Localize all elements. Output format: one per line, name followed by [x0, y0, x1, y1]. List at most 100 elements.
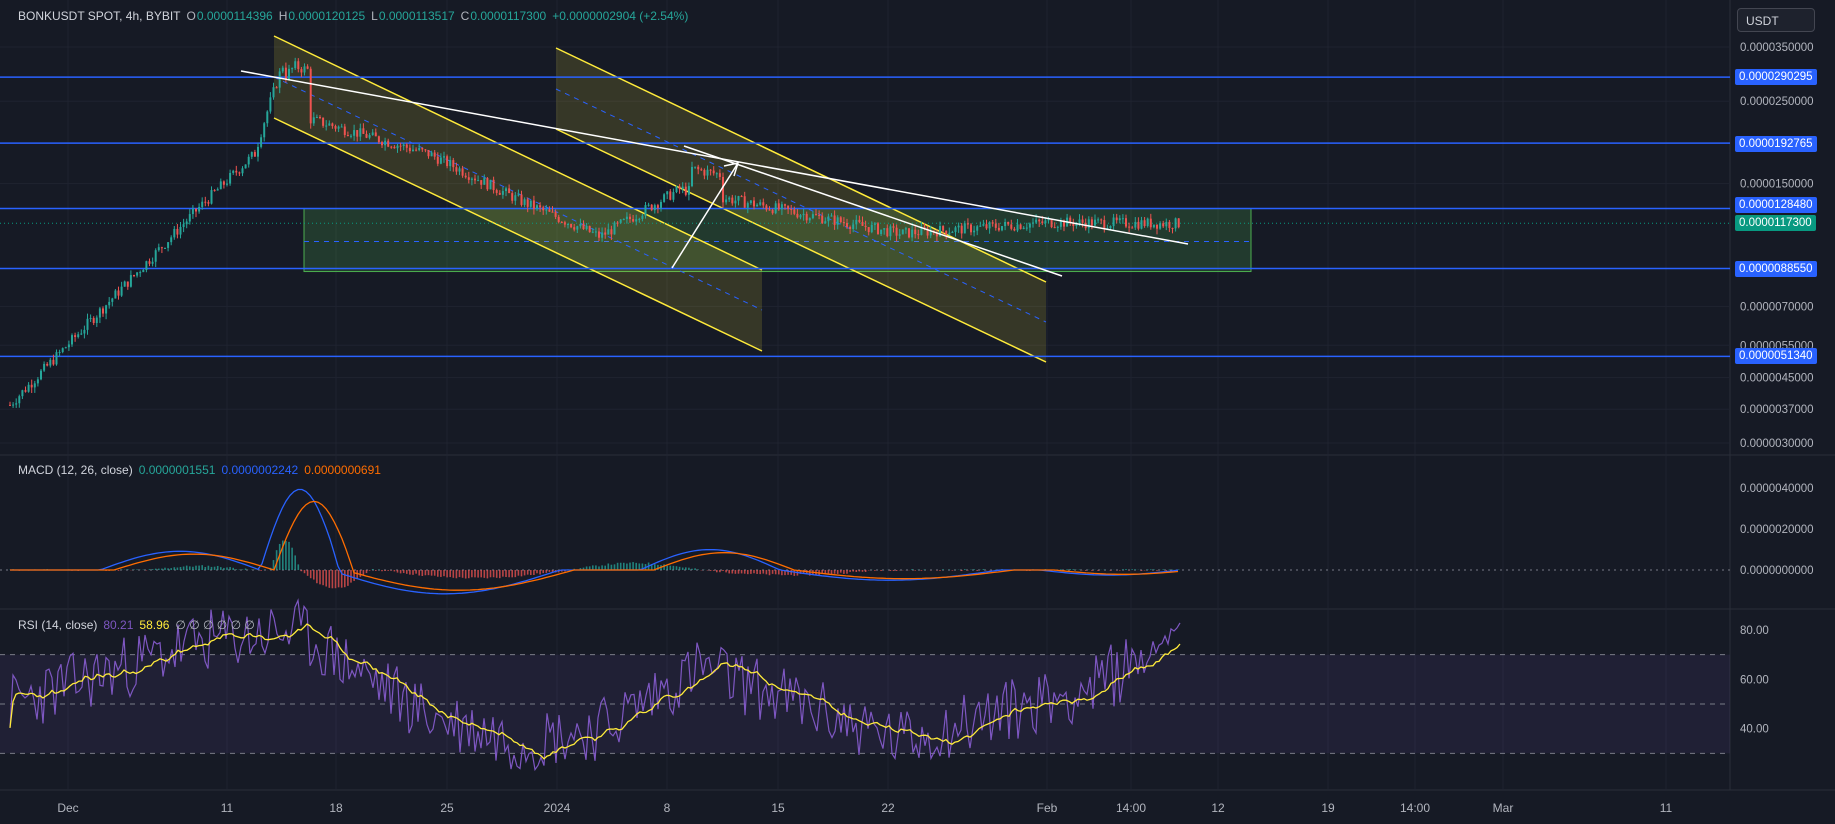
chart-canvas[interactable]: 0.0000350000 0.0000250000 0.0000150000 0.00…: [0, 0, 1835, 824]
macd-bar: [198, 565, 200, 570]
candle-body: [1152, 224, 1155, 228]
candle-body: [678, 186, 681, 190]
candle-body: [1177, 218, 1180, 228]
macd-bar: [1060, 569, 1062, 570]
rsi-tick-label: 60.00: [1740, 674, 1769, 686]
macd-bar: [381, 570, 383, 572]
candle-body: [173, 228, 176, 238]
macd-bar: [864, 570, 867, 572]
macd-bar: [161, 568, 163, 570]
candle-body: [278, 71, 281, 88]
candle-body: [1013, 228, 1016, 231]
candle-body: [833, 215, 836, 225]
macd-bar: [375, 570, 377, 571]
candle-body: [1001, 226, 1003, 231]
candle-body: [455, 167, 458, 172]
candle-body: [945, 230, 948, 235]
level-tag-4: 0.0000088550: [1735, 261, 1817, 277]
candle-body: [988, 222, 991, 229]
high-value: 0.0000120125: [288, 9, 366, 23]
macd-bar: [303, 570, 306, 574]
candle-body: [182, 224, 185, 228]
macd-bar: [334, 570, 337, 589]
candle-body: [114, 290, 117, 299]
level-tag-1: 0.0000290295: [1735, 69, 1817, 85]
candle-body: [697, 166, 700, 170]
candle-body: [377, 136, 380, 143]
macd-bar: [1091, 570, 1093, 571]
macd-bar: [1072, 569, 1075, 570]
candle-body: [576, 226, 579, 230]
macd-bar: [179, 566, 182, 570]
low-value: 0.0000113517: [378, 9, 455, 23]
candle-body: [616, 222, 619, 224]
candle-body: [297, 61, 300, 70]
candle-body: [914, 229, 917, 235]
macd-bar: [427, 570, 430, 576]
macd-bar: [182, 566, 185, 570]
candle-body: [328, 123, 331, 126]
candle-body: [501, 191, 504, 195]
symbol-label[interactable]: BONKUSDT SPOT, 4h, BYBIT: [18, 9, 181, 23]
macd-line-value: 0.0000002242: [221, 463, 299, 477]
candle-body: [495, 190, 498, 193]
macd-bar: [1134, 569, 1137, 570]
macd-bar: [319, 570, 321, 585]
macd-bar: [446, 570, 448, 578]
candle-body: [123, 281, 126, 287]
candle-body: [1025, 227, 1028, 229]
macd-bar: [768, 570, 771, 576]
macd-tick-label: 0.0000020000: [1740, 524, 1814, 536]
candle-body: [86, 318, 89, 330]
rsi-tick-label: 80.00: [1740, 625, 1769, 637]
macd-bar: [725, 570, 727, 573]
candle-body: [92, 318, 95, 324]
macd-bar: [458, 570, 461, 578]
candle-body: [815, 214, 817, 216]
currency-button[interactable]: USDT: [1737, 8, 1815, 32]
macd-bar: [855, 570, 858, 573]
candle-body: [985, 224, 988, 229]
macd-bar: [833, 570, 836, 574]
candle-body: [319, 117, 321, 119]
candle-body: [1038, 219, 1041, 222]
macd-bar: [635, 562, 637, 570]
macd-bar: [415, 570, 417, 574]
macd-bar: [595, 565, 597, 570]
macd-bar: [235, 569, 238, 570]
candle-body: [154, 250, 157, 262]
candle-body: [1050, 219, 1053, 228]
candle-body: [976, 226, 979, 231]
candle-body: [1090, 219, 1093, 226]
rsi-title[interactable]: RSI (14, close): [18, 618, 97, 632]
macd-bar: [734, 570, 737, 574]
candle-body: [656, 205, 659, 208]
macd-bar: [133, 569, 135, 570]
candle-body: [982, 224, 985, 226]
candle-body: [1131, 227, 1134, 229]
macd-bar: [371, 569, 374, 570]
candle-body: [715, 173, 718, 175]
macd-bar: [213, 566, 216, 570]
candle-body: [842, 222, 845, 224]
candle-body: [591, 231, 594, 233]
macd-bar: [892, 570, 895, 571]
candle-body: [461, 168, 464, 176]
macd-bar: [629, 562, 631, 570]
macd-bar: [716, 570, 718, 573]
macd-bar: [1150, 569, 1152, 570]
macd-bar: [232, 567, 234, 570]
candle-body: [526, 199, 529, 207]
candle-body: [350, 135, 352, 137]
candle-body: [1162, 223, 1165, 227]
price-legend: BONKUSDT SPOT, 4h, BYBIT O 0.0000114396 H…: [18, 9, 688, 23]
macd-bar: [536, 570, 538, 574]
time-tick-label: 19: [1321, 801, 1335, 815]
candle-body: [498, 192, 501, 195]
candle-body: [563, 222, 566, 225]
candle-body: [557, 216, 560, 222]
time-tick-label: 15: [771, 801, 785, 815]
macd-title[interactable]: MACD (12, 26, close): [18, 463, 133, 477]
macd-bar: [793, 570, 796, 576]
macd-bar: [306, 570, 309, 576]
